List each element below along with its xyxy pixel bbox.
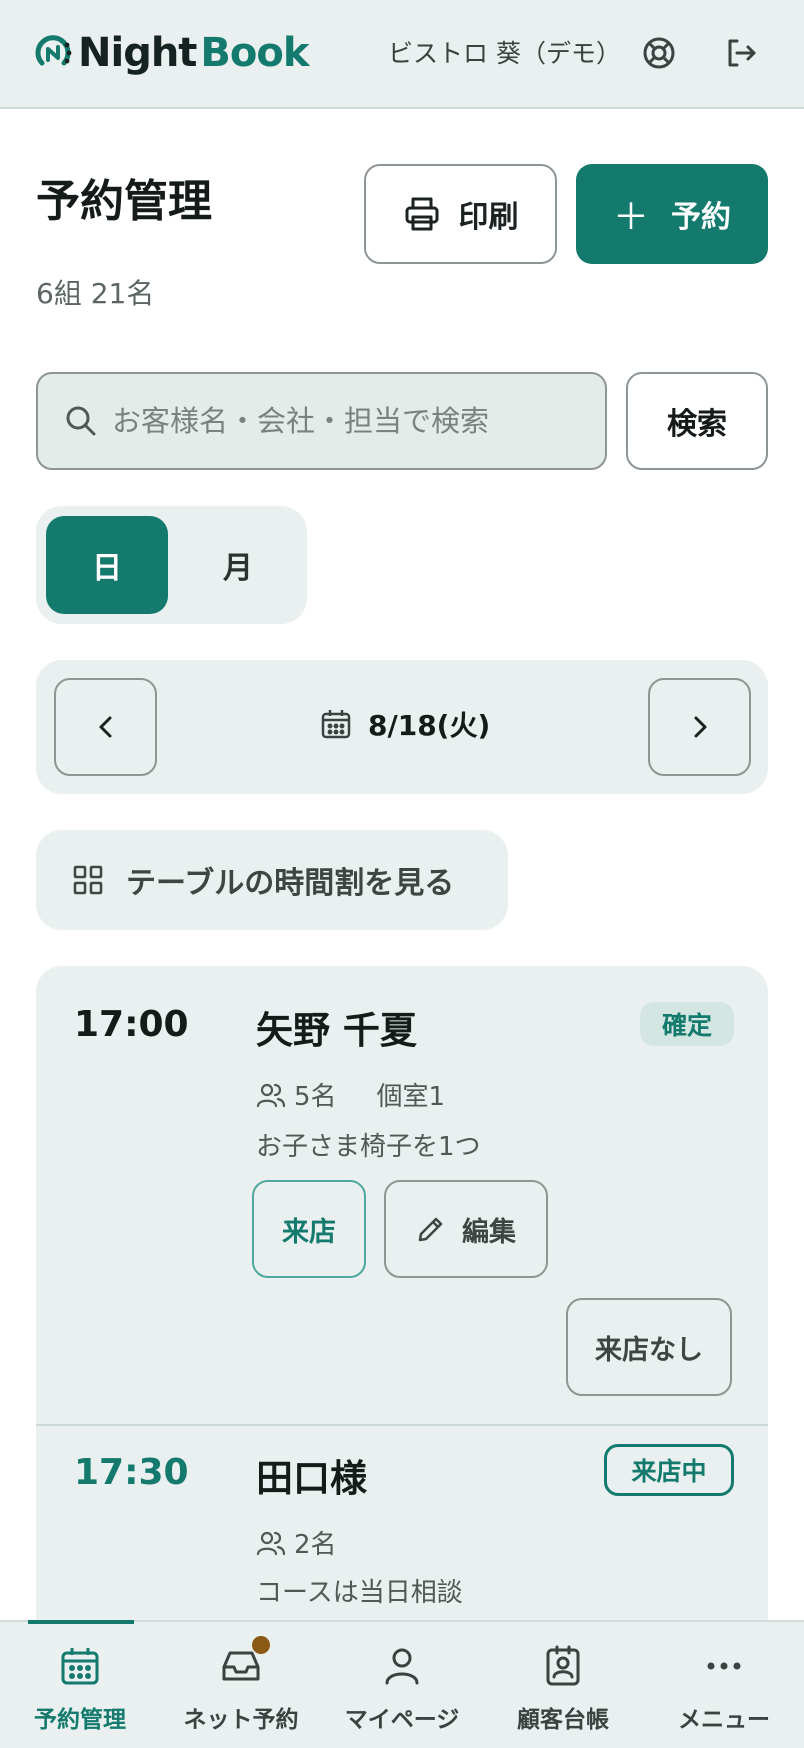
print-label: 印刷 [458,200,519,235]
bottom-navigation: 予約管理 ネット予約 マイページ 顧客台帳 メニュー [0,1620,804,1748]
grid-icon [73,865,103,895]
date-text: 8/18(火) [368,709,491,742]
check-in-button[interactable]: 来店 [252,1180,366,1278]
user-icon [385,1648,419,1685]
customer-ledger-icon [546,1645,580,1686]
view-toggle: 日 月 [36,506,307,624]
reservation-list: 17:00 矢野 千夏 確定 5名 個室1 お子さま椅子を1つ 来店 編集 来店… [36,966,768,1626]
more-icon [707,1662,741,1670]
people-icon [256,1083,286,1107]
nav-online-reservations[interactable]: ネット予約 [161,1622,321,1748]
status-badge: 確定 [640,1002,734,1046]
current-date[interactable]: 8/18(火) [320,704,490,744]
help-button[interactable] [640,34,678,72]
nav-label: メニュー [678,1707,770,1733]
no-show-button[interactable]: 来店なし [566,1298,732,1396]
table-timetable-button[interactable]: テーブルの時間割を見る [36,830,508,930]
store-name: ビストロ 葵（デモ） [388,39,621,68]
nav-customer-ledger[interactable]: 顧客台帳 [483,1622,643,1748]
status-badge: 来店中 [604,1444,734,1496]
reservation-meta: 2名 [256,1524,337,1561]
day-view-tab[interactable]: 日 [46,516,168,614]
calendar-icon [61,1648,99,1685]
add-reservation-label: 予約 [671,200,731,235]
add-reservation-button[interactable]: ＋ 予約 [576,164,768,264]
lifebuoy-icon [643,37,675,69]
reservation-note: コースは当日相談 [256,1578,463,1608]
next-day-button[interactable] [648,678,751,776]
reservation-summary: 6組 21名 [36,277,155,310]
nightbook-logo[interactable]: Night Book [34,28,309,78]
search-icon [66,406,96,436]
pencil-icon [418,1217,443,1242]
people-icon [256,1531,286,1555]
printer-icon [405,197,438,231]
reservation-time: 17:30 [74,1452,189,1493]
date-navigator: 8/18(火) [36,660,768,794]
notification-dot [252,1636,270,1654]
party-size: 2名 [294,1530,337,1560]
nav-mypage[interactable]: マイページ [322,1622,482,1748]
print-button[interactable]: 印刷 [364,164,557,264]
reservation-time: 17:00 [74,1004,189,1045]
logo-mark-icon [35,35,72,66]
reservation-name: 矢野 千夏 [256,1009,417,1052]
logo-night-text: Night [78,30,197,76]
search-input[interactable] [112,404,592,438]
room-name: 個室1 [376,1082,446,1112]
nav-label: 予約管理 [34,1707,126,1733]
reservation-card[interactable]: 17:00 矢野 千夏 確定 5名 個室1 お子さま椅子を1つ 来店 編集 来店… [36,966,768,1426]
reservation-name: 田口様 [256,1457,367,1500]
nav-label: ネット予約 [183,1707,299,1733]
logout-icon [728,39,756,67]
plus-icon: ＋ [612,197,649,238]
chevron-left-icon [99,716,111,738]
nav-reservations[interactable]: 予約管理 [0,1622,160,1748]
calendar-icon [321,710,351,739]
reservation-card[interactable]: 17:30 田口様 来店中 2名 コースは当日相談 [36,1426,768,1626]
reservation-note: お子さま椅子を1つ [256,1132,481,1162]
nav-label: マイページ [344,1707,460,1733]
logo-book-text: Book [200,30,309,76]
page-title: 予約管理 [36,176,212,227]
search-button[interactable]: 検索 [626,372,768,470]
chevron-right-icon [694,716,706,738]
party-size: 5名 [294,1082,337,1112]
month-view-tab[interactable]: 月 [177,516,299,614]
app-header: Night Book ビストロ 葵（デモ） [0,0,804,109]
logout-button[interactable] [722,34,760,72]
reservation-meta: 5名 個室1 [256,1076,445,1113]
edit-label: 編集 [462,1216,516,1248]
nav-menu[interactable]: メニュー [644,1622,804,1748]
edit-button[interactable]: 編集 [384,1180,548,1278]
nav-label: 顧客台帳 [517,1707,609,1733]
search-box [36,372,607,470]
table-timetable-label: テーブルの時間割を見る [126,866,455,901]
previous-day-button[interactable] [54,678,157,776]
